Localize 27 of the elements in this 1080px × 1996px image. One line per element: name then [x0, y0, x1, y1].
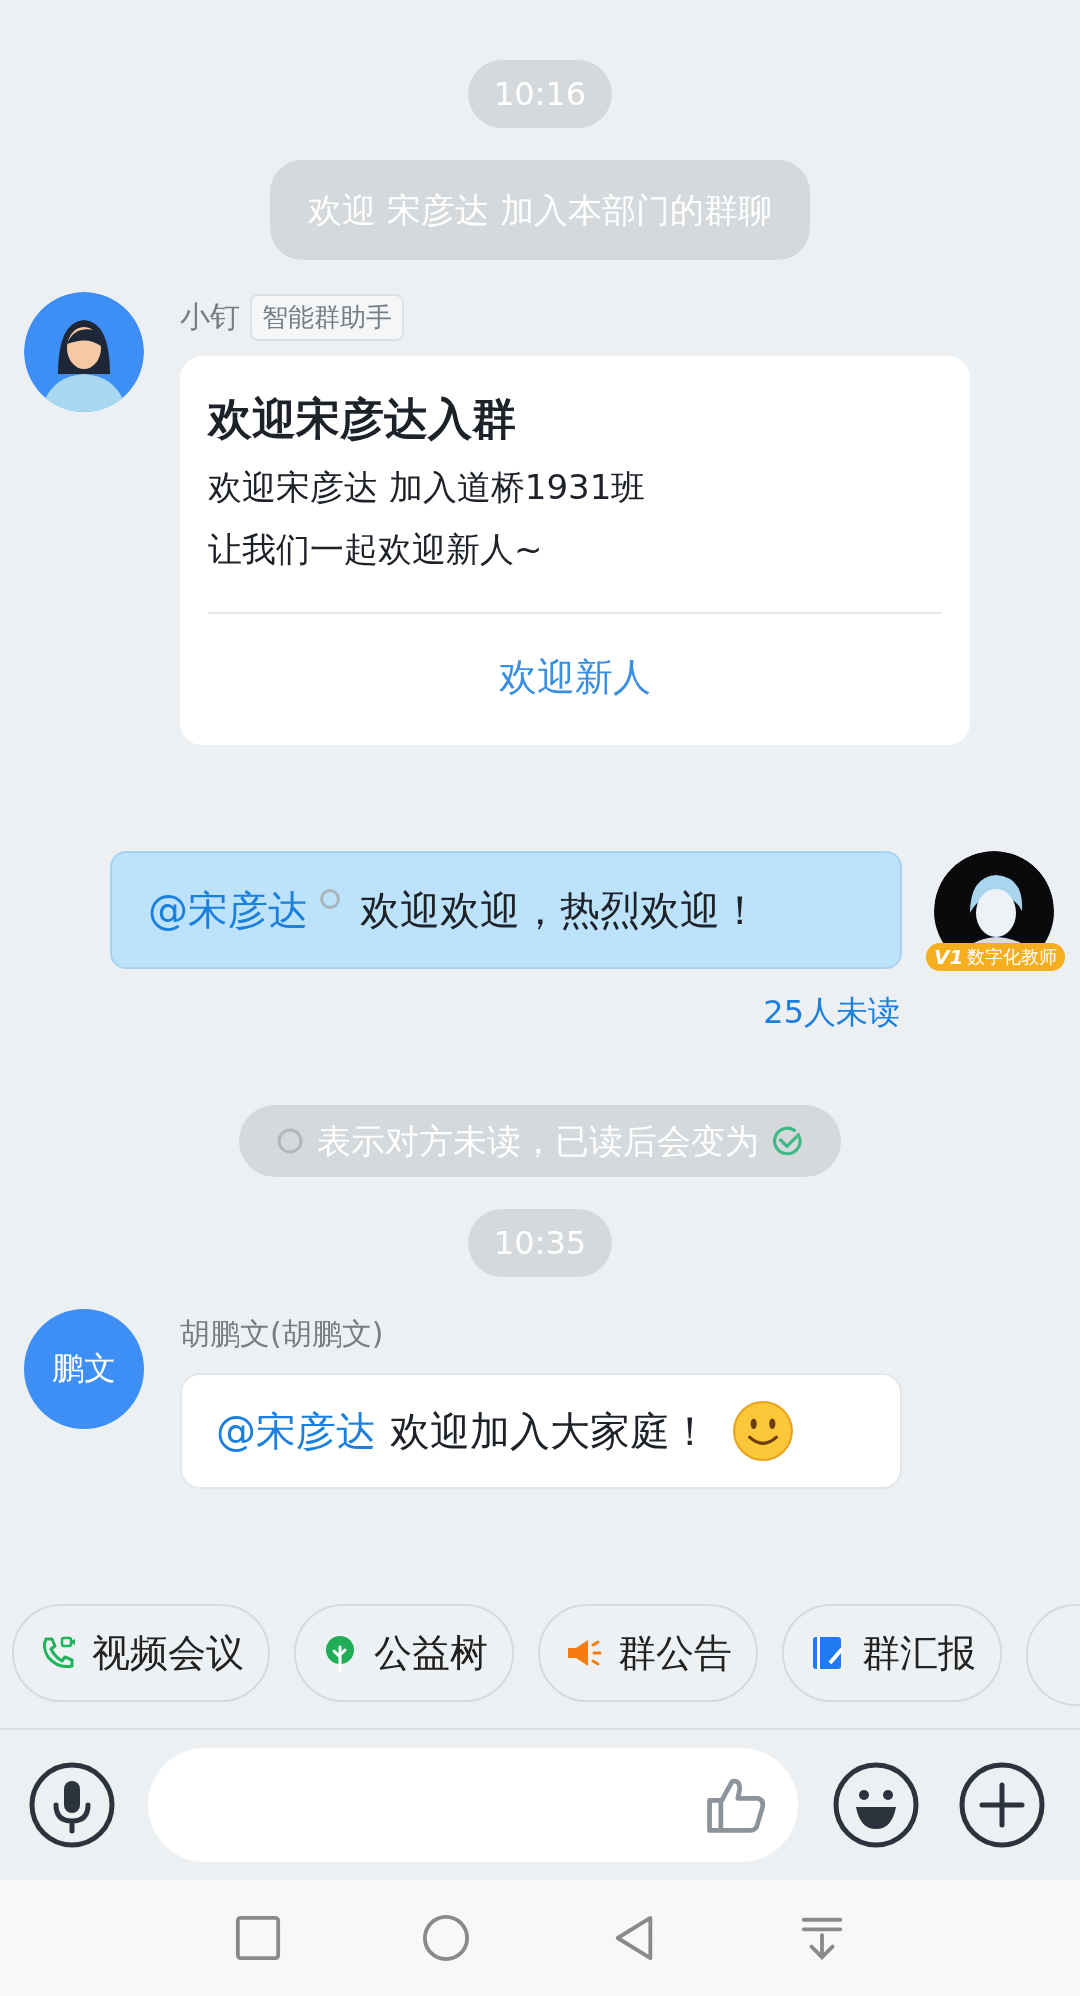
recents-icon[interactable]	[234, 1914, 282, 1962]
sender-name: 胡鹏文(胡鹏文)	[180, 1314, 384, 1353]
welcome-button[interactable]: 欢迎新人	[208, 614, 942, 745]
assistant-avatar[interactable]	[24, 292, 144, 412]
sender-tag: 智能群助手	[250, 293, 404, 341]
quick-action-chip[interactable]: 群汇报	[782, 1604, 1002, 1702]
card-text: 欢迎宋彦达 加入道桥1931班	[208, 466, 647, 509]
card-title: 欢迎宋彦达入群	[208, 392, 517, 446]
message-text: 欢迎欢迎，热烈欢迎！	[360, 885, 760, 935]
add-button[interactable]	[958, 1761, 1046, 1849]
unread-count-link[interactable]: 25人未读	[763, 991, 900, 1035]
quick-action-chip[interactable]: 公益树	[294, 1604, 514, 1702]
emoji-button[interactable]	[832, 1761, 920, 1849]
quick-action-chip[interactable]: 视频会议	[12, 1604, 270, 1702]
rank-label: V1	[934, 945, 964, 969]
sender-name: 小钉	[180, 297, 240, 336]
mention-link[interactable]: @宋彦达	[216, 1403, 376, 1459]
quick-action-chip[interactable]: 群公告	[538, 1604, 758, 1702]
voice-button[interactable]	[28, 1761, 116, 1849]
contact-avatar[interactable]: 鹏文	[24, 1309, 144, 1429]
unread-circle-icon	[275, 1126, 305, 1156]
home-icon[interactable]	[422, 1914, 470, 1962]
badge-title: 数字化教师	[967, 945, 1058, 969]
message-text: 欢迎加入大家庭！	[390, 1406, 710, 1456]
read-check-icon	[771, 1124, 805, 1158]
card-text: 让我们一起欢迎新人~	[208, 528, 544, 571]
mention-link[interactable]: @宋彦达	[148, 882, 308, 938]
